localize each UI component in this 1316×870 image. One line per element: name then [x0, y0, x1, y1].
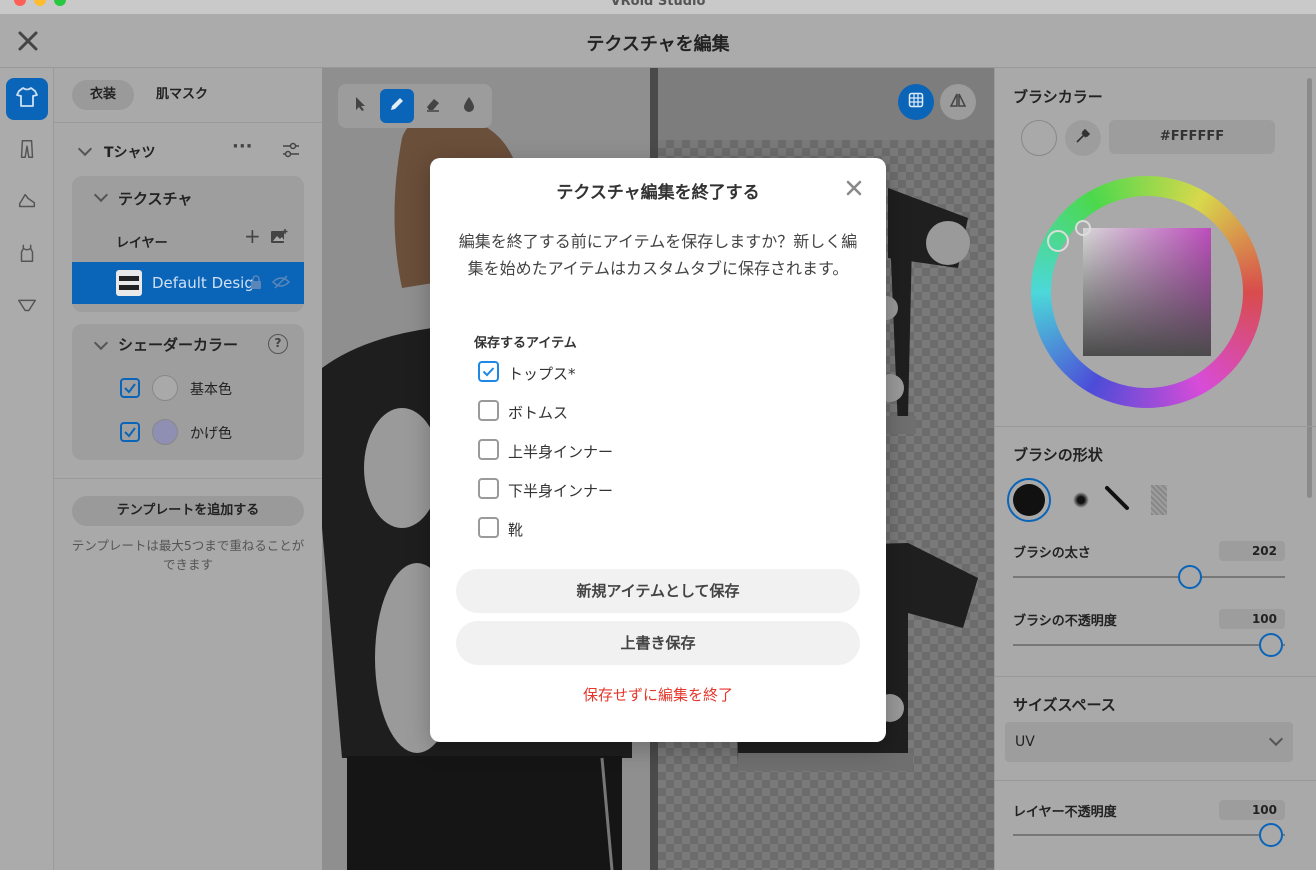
- lower-inner-checkbox[interactable]: [478, 478, 499, 499]
- exit-texture-edit-dialog: テクスチャ編集を終了する 編集を終了する前にアイテムを保存しますか？新しく編集を…: [430, 158, 886, 742]
- bottoms-label: ボトムス: [508, 404, 569, 422]
- tops-checkbox[interactable]: [478, 361, 499, 382]
- exit-without-saving-link[interactable]: 保存せずに編集を終了: [430, 684, 886, 705]
- close-icon[interactable]: [842, 176, 866, 200]
- upper-inner-checkbox[interactable]: [478, 439, 499, 460]
- save-as-new-button[interactable]: 新規アイテムとして保存: [456, 569, 860, 613]
- bottoms-checkbox[interactable]: [478, 400, 499, 421]
- shoes-label: 靴: [508, 521, 524, 539]
- dialog-title: テクスチャ編集を終了する: [556, 183, 760, 203]
- shoes-checkbox[interactable]: [478, 517, 499, 538]
- overwrite-save-button[interactable]: 上書き保存: [456, 621, 860, 665]
- lower-inner-label: 下半身インナー: [508, 482, 614, 500]
- dialog-message: 編集を終了する前にアイテムを保存しますか？新しく編集を始めたアイテムはカスタムタ…: [458, 232, 858, 278]
- modal-overlay: テクスチャ編集を終了する 編集を終了する前にアイテムを保存しますか？新しく編集を…: [0, 0, 1316, 870]
- tops-label: トップス*: [508, 365, 576, 383]
- items-to-save-label: 保存するアイテム: [474, 336, 577, 351]
- upper-inner-label: 上半身インナー: [508, 443, 614, 461]
